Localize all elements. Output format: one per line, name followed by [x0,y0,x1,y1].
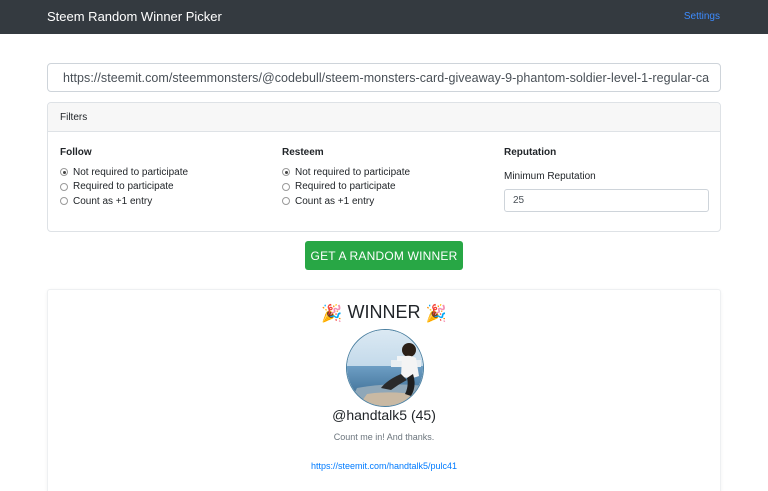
radio-unchecked-icon[interactable] [60,197,68,206]
winner-card: 🎉 WINNER 🎉 @handtalk5 (45) Count me in! … [47,289,721,491]
party-popper-icon: 🎉 [321,304,343,323]
winner-heading: 🎉 WINNER 🎉 [48,302,720,324]
party-popper-icon: 🎉 [425,304,447,323]
resteem-option-not-required[interactable]: Not required to participate [282,165,410,180]
get-random-winner-button[interactable]: GET A RANDOM WINNER [305,241,463,270]
post-url-input[interactable] [47,63,721,92]
winner-username: @handtalk5 (45) [332,407,436,423]
filters-header: Filters [48,103,720,132]
top-navbar: Steem Random Winner Picker Settings [0,0,768,34]
follow-option-not-required[interactable]: Not required to participate [60,165,188,180]
min-reputation-input[interactable] [504,189,709,212]
follow-option-required[interactable]: Required to participate [60,180,188,195]
winner-avatar [346,329,424,407]
follow-option-extra-entry[interactable]: Count as +1 entry [60,194,188,209]
radio-checked-icon[interactable] [282,168,290,177]
winner-link-row: https://steemit.com/handtalk5/pulc41 [48,456,720,474]
app-title[interactable]: Steem Random Winner Picker [47,9,222,24]
resteem-title: Resteem [282,147,324,158]
radio-unchecked-icon[interactable] [60,182,68,191]
winner-comment: Count me in! And thanks. [333,432,435,442]
reputation-title: Reputation [504,147,557,158]
follow-title: Follow [60,147,92,158]
resteem-option-required[interactable]: Required to participate [282,180,410,195]
avatar-photo [347,330,423,406]
follow-filter: Follow Not required to participate Requi… [60,147,188,209]
radio-unchecked-icon[interactable] [282,182,290,191]
radio-checked-icon[interactable] [60,168,68,177]
resteem-filter: Resteem Not required to participate Requ… [282,147,410,209]
radio-unchecked-icon[interactable] [282,197,290,206]
winner-comment-link[interactable]: https://steemit.com/handtalk5/pulc41 [311,461,457,471]
filters-panel: Filters Follow Not required to participa… [47,102,721,232]
min-reputation-label: Minimum Reputation [504,171,596,182]
reputation-filter: Reputation Minimum Reputation [504,147,709,212]
settings-link[interactable]: Settings [684,11,720,22]
resteem-option-extra-entry[interactable]: Count as +1 entry [282,194,410,209]
winner-title: WINNER [347,302,421,322]
